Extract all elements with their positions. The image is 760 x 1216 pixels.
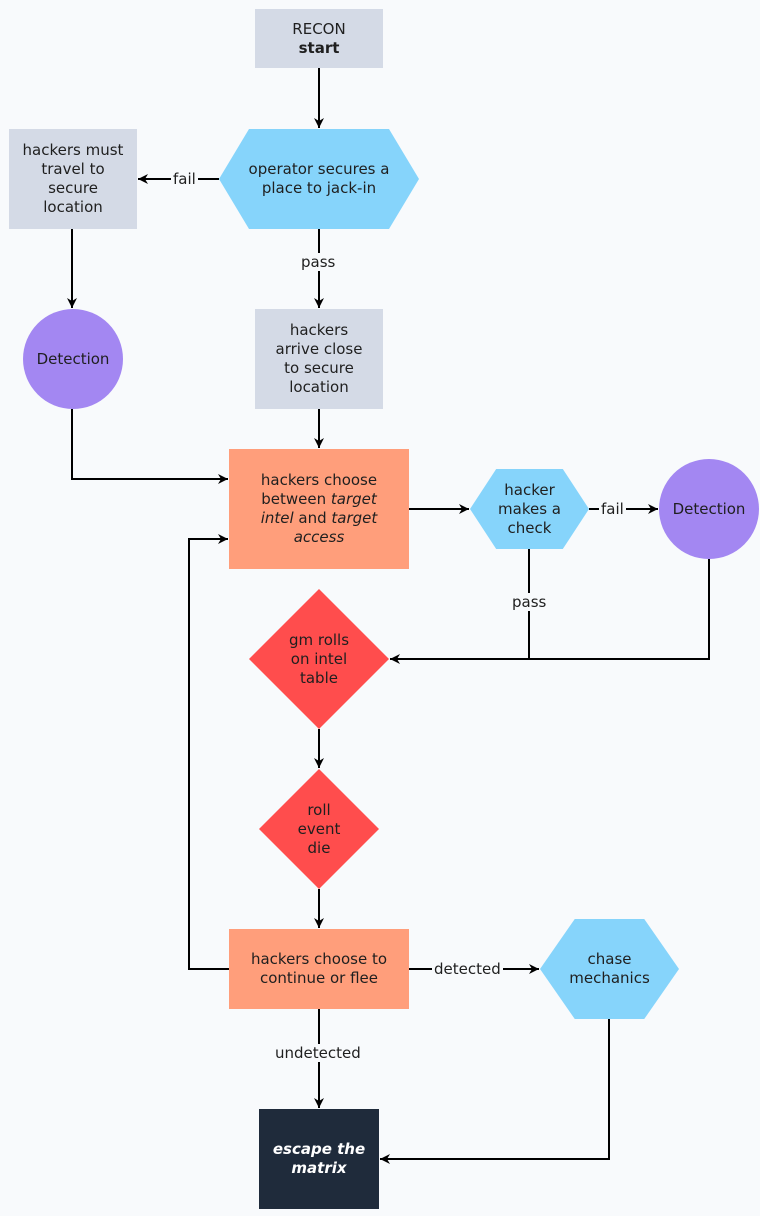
- detection-right-node: Detection: [659, 459, 759, 559]
- detection-left-text: Detection: [36, 349, 110, 368]
- edge-label-pass-check: pass: [510, 593, 549, 611]
- edge-detection-to-choose: [71, 409, 228, 484]
- escape-matrix-node: escape the matrix: [259, 1109, 379, 1209]
- make-check-text: hacker makes a check: [498, 480, 561, 537]
- continue-flee-node: hackers choose to continue or flee: [229, 929, 409, 1009]
- arrive-node: hackers arrive close to secure location: [255, 309, 383, 409]
- jackin-text: operator secures a place to jack-in: [248, 160, 390, 197]
- edge-chase-to-escape: [380, 1019, 610, 1164]
- recon-start-node: RECON start: [255, 9, 383, 68]
- escape-text: escape the matrix: [272, 1140, 366, 1177]
- event-die-text: roll event die: [297, 800, 341, 857]
- detection-right-text: Detection: [672, 499, 746, 518]
- recon-title: RECON: [292, 19, 346, 38]
- chase-text: chase mechanics: [569, 950, 650, 987]
- edge-detection-to-gmrolls: [390, 559, 710, 664]
- edge-label-pass-top: pass: [299, 253, 338, 271]
- travel-node: hackers must travel to secure location: [9, 129, 137, 229]
- choose-target-text: hackers choose between target intel and …: [260, 471, 378, 546]
- edge-label-fail-right: fail: [599, 500, 626, 518]
- arrive-text: hackers arrive close to secure location: [275, 321, 363, 396]
- travel-text: hackers must travel to secure location: [22, 141, 124, 216]
- detection-left-node: Detection: [23, 309, 123, 409]
- edge-continue-loop: [188, 534, 229, 970]
- recon-start-label: start: [298, 38, 340, 57]
- jackin-decision-node: operator secures a place to jack-in: [219, 129, 419, 229]
- gm-rolls-text: gm rolls on intel table: [288, 630, 350, 687]
- edge-label-detected: detected: [432, 960, 503, 978]
- choose-target-node: hackers choose between target intel and …: [229, 449, 409, 569]
- edge-label-fail-left: fail: [171, 170, 198, 188]
- continue-flee-text: hackers choose to continue or flee: [250, 950, 388, 987]
- edge-label-undetected: undetected: [273, 1044, 363, 1062]
